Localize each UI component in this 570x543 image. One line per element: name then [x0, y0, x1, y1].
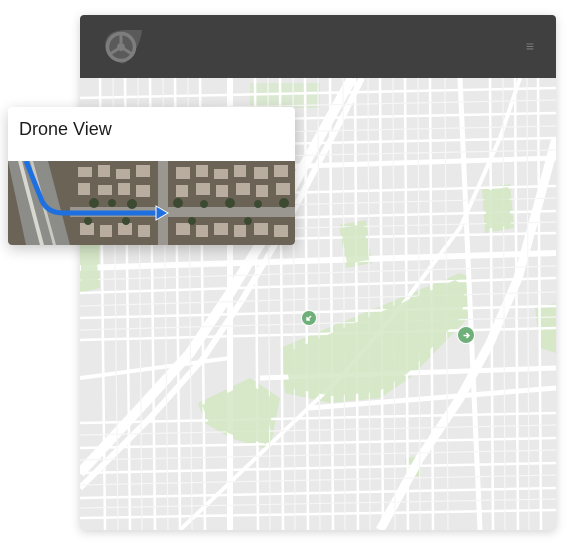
aerial-photo	[8, 160, 295, 245]
stage: ≡ Drone View	[0, 0, 570, 543]
park-top	[250, 83, 320, 108]
map-pin-east[interactable]	[457, 326, 475, 344]
app-header: ≡	[80, 15, 556, 78]
hamburger-menu-icon[interactable]: ≡	[522, 38, 538, 54]
menu-glyph: ≡	[525, 38, 535, 54]
drone-view-card[interactable]: Drone View	[8, 107, 295, 245]
steering-wheel-logo-icon[interactable]	[102, 28, 144, 66]
drone-view-title: Drone View	[19, 119, 112, 139]
app-window: ≡	[80, 15, 556, 530]
arrow-icon	[306, 315, 312, 321]
map-pin-west[interactable]	[301, 310, 317, 326]
arrow-right-icon	[463, 331, 470, 339]
